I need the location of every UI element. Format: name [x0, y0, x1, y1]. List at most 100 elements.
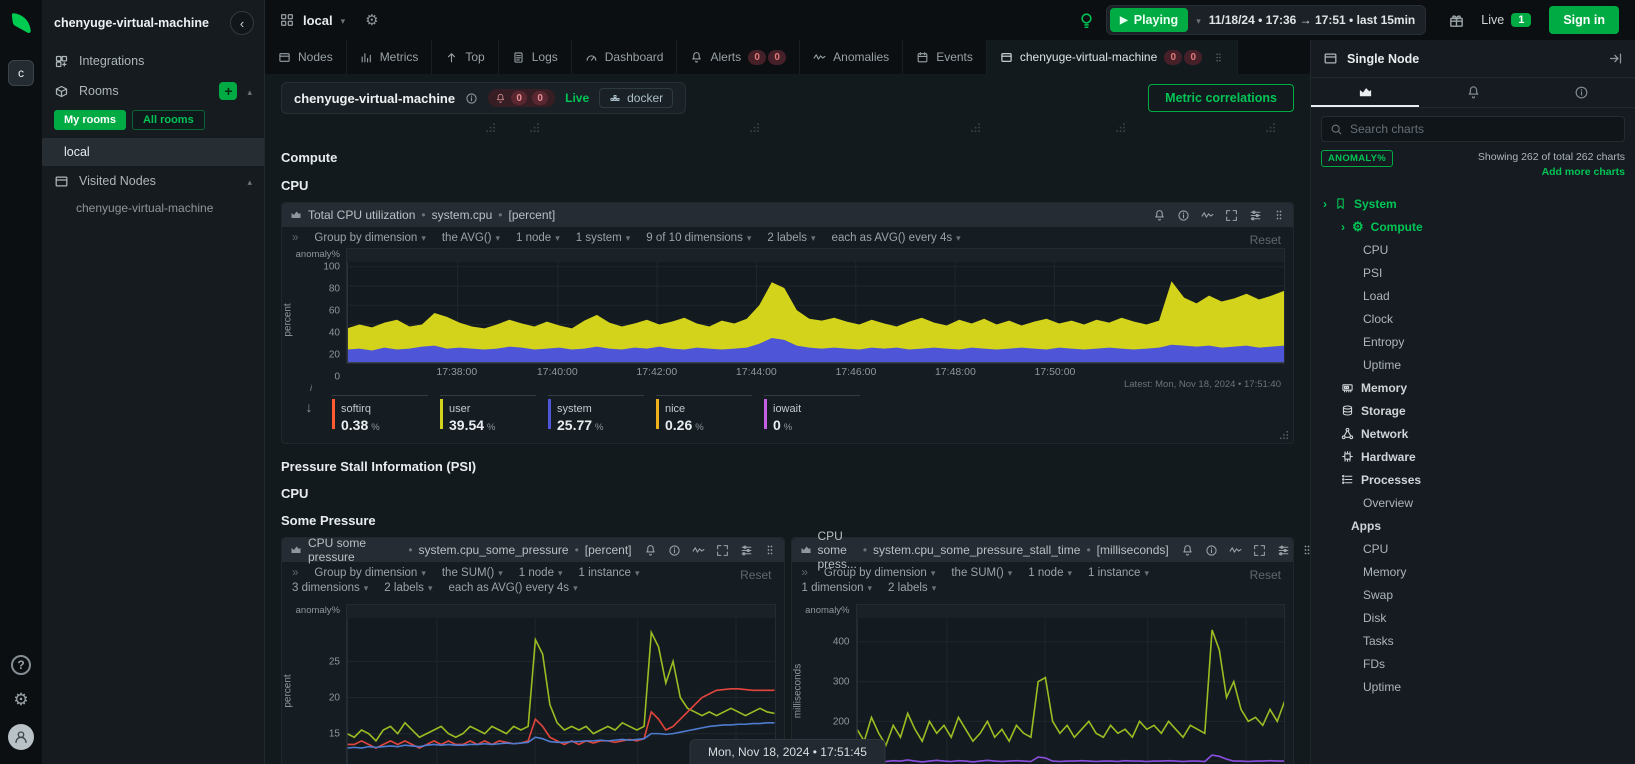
control-labels[interactable]: 2 labels	[888, 582, 936, 594]
tab-info-panel[interactable]	[1527, 78, 1635, 107]
info-icon[interactable]	[1205, 544, 1218, 557]
resize-grip-icon[interactable]	[968, 120, 982, 134]
menu-section-compute[interactable]: ⚙ Compute	[1311, 215, 1635, 238]
sidebar-item-integrations[interactable]: Integrations	[42, 46, 264, 76]
chart-header[interactable]: Total CPU utilization • system.cpu • [pe…	[282, 203, 1293, 227]
menu-item-cpu[interactable]: CPU	[1311, 238, 1635, 261]
control-nodes[interactable]: 1 node	[519, 567, 563, 579]
menu-section-apps[interactable]: Apps	[1311, 514, 1635, 537]
control-aggregate[interactable]: the SUM()	[951, 567, 1012, 579]
resize-grip-icon[interactable]	[1263, 120, 1277, 134]
all-rooms-tab[interactable]: All rooms	[132, 110, 205, 130]
collapse-controls-icon[interactable]	[292, 567, 298, 579]
control-time-aggregate[interactable]: each as AVG() every 4s	[448, 582, 577, 594]
tab-node-chenyuge[interactable]: chenyuge-virtual-machine 0 0	[987, 40, 1238, 74]
anomaly-wave-icon[interactable]	[692, 544, 705, 557]
tab-alerts-panel[interactable]	[1419, 78, 1527, 107]
menu-item-apps-disk[interactable]: Disk	[1311, 606, 1635, 629]
sidebar-item-rooms[interactable]: Rooms +	[42, 76, 264, 106]
chart-header[interactable]: CPU some press... • system.cpu_some_pres…	[792, 538, 1294, 562]
menu-section-system[interactable]: System	[1311, 192, 1635, 215]
control-instances[interactable]: 1 instance	[1088, 567, 1149, 579]
resize-grip-icon[interactable]	[747, 120, 761, 134]
drag-grip-icon[interactable]	[764, 544, 776, 556]
control-time-aggregate[interactable]: each as AVG() every 4s	[832, 232, 961, 244]
menu-item-uptime[interactable]: Uptime	[1311, 353, 1635, 376]
chevron-up-icon[interactable]	[247, 84, 252, 98]
legend-item-user[interactable]: user 39.54%	[440, 395, 536, 435]
info-icon[interactable]	[465, 92, 478, 105]
bell-icon[interactable]	[1181, 544, 1194, 557]
drag-grip-icon[interactable]	[1301, 544, 1310, 556]
menu-section-storage[interactable]: Storage	[1311, 399, 1635, 422]
room-item-local[interactable]: local	[42, 138, 264, 166]
chevron-down-icon[interactable]	[1196, 11, 1201, 29]
node-alerts-pill[interactable]: 0 0	[488, 89, 555, 107]
chart-canvas[interactable]	[346, 262, 1285, 364]
anomaly-filter-badge[interactable]: ANOMALY%	[1321, 150, 1393, 167]
time-range-control[interactable]: ▶ Playing 11/18/24 • 17:36 → 17:51 • las…	[1106, 5, 1426, 35]
drag-grip-icon[interactable]	[1213, 52, 1224, 63]
menu-item-overview[interactable]: Overview	[1311, 491, 1635, 514]
resize-grip-icon[interactable]	[527, 120, 541, 134]
legend-item-softirq[interactable]: softirq 0.38%	[332, 395, 428, 435]
control-labels[interactable]: 2 labels	[767, 232, 815, 244]
menu-item-entropy[interactable]: Entropy	[1311, 330, 1635, 353]
chart-settings-icon[interactable]	[740, 544, 753, 557]
menu-item-clock[interactable]: Clock	[1311, 307, 1635, 330]
date-range-label[interactable]: 11/18/24 • 17:36 → 17:51 • last 15min	[1209, 13, 1416, 27]
collapse-controls-icon[interactable]	[292, 232, 298, 244]
axis-info-icon[interactable]	[310, 383, 312, 393]
legend-item-iowait[interactable]: iowait 0%	[764, 395, 860, 435]
resize-grip-icon[interactable]	[1113, 120, 1127, 134]
sidebar-item-visited-nodes[interactable]: Visited Nodes	[42, 166, 264, 196]
drag-grip-icon[interactable]	[1273, 209, 1285, 221]
fullscreen-icon[interactable]	[1253, 544, 1266, 557]
chart-canvas[interactable]	[856, 618, 1286, 764]
menu-section-processes[interactable]: Processes	[1311, 468, 1635, 491]
tab-charts[interactable]	[1311, 78, 1419, 107]
reset-button[interactable]: Reset	[740, 568, 771, 582]
news-gift-icon[interactable]	[1448, 12, 1465, 29]
menu-item-apps-swap[interactable]: Swap	[1311, 583, 1635, 606]
space-settings-gear-icon[interactable]: ⚙	[365, 13, 378, 28]
control-nodes[interactable]: 1 node	[516, 232, 560, 244]
sidebar-collapse-button[interactable]: ‹	[230, 11, 254, 35]
live-count-badge[interactable]: 1	[1511, 13, 1531, 27]
sort-arrow-icon[interactable]: ↓	[298, 399, 320, 415]
plot-area[interactable]: 17:38:0017:40:0017:42:0017:44:0017:46:00…	[346, 248, 1285, 392]
fullscreen-icon[interactable]	[1225, 209, 1238, 222]
netdata-logo-icon[interactable]	[8, 10, 34, 36]
menu-section-memory[interactable]: Memory	[1311, 376, 1635, 399]
menu-item-load[interactable]: Load	[1311, 284, 1635, 307]
tab-events[interactable]: Events	[903, 40, 987, 74]
add-more-charts-link[interactable]: Add more charts	[1542, 166, 1625, 178]
anomaly-wave-icon[interactable]	[1229, 544, 1242, 557]
menu-item-apps-tasks[interactable]: Tasks	[1311, 629, 1635, 652]
menu-item-apps-memory[interactable]: Memory	[1311, 560, 1635, 583]
menu-item-apps-fds[interactable]: FDs	[1311, 652, 1635, 675]
chart-settings-icon[interactable]	[1249, 209, 1262, 222]
my-rooms-tab[interactable]: My rooms	[54, 110, 126, 130]
control-labels[interactable]: 2 labels	[384, 582, 432, 594]
sign-in-button[interactable]: Sign in	[1549, 6, 1619, 34]
help-icon[interactable]: ?	[11, 655, 31, 675]
info-icon[interactable]	[1177, 209, 1190, 222]
gear-icon[interactable]: ⚙	[13, 691, 28, 708]
menu-section-hardware[interactable]: Hardware	[1311, 445, 1635, 468]
docker-chip[interactable]: docker	[599, 88, 673, 108]
control-group-by[interactable]: Group by dimension	[314, 567, 425, 579]
tab-nodes[interactable]: Nodes	[265, 40, 347, 74]
search-charts-box[interactable]	[1321, 116, 1625, 142]
tab-alerts[interactable]: Alerts 0 0	[677, 40, 800, 74]
control-aggregate[interactable]: the AVG()	[442, 232, 500, 244]
legend-item-system[interactable]: system 25.77%	[548, 395, 644, 435]
menu-section-network[interactable]: Network	[1311, 422, 1635, 445]
control-aggregate[interactable]: the SUM()	[442, 567, 503, 579]
bell-icon[interactable]	[1153, 209, 1166, 222]
anomaly-bulb-icon[interactable]	[1077, 11, 1096, 30]
control-group-by[interactable]: Group by dimension	[824, 567, 935, 579]
tab-anomalies[interactable]: Anomalies	[800, 40, 903, 74]
plot-area[interactable]	[856, 604, 1286, 764]
collapse-panel-icon[interactable]	[1608, 51, 1623, 66]
